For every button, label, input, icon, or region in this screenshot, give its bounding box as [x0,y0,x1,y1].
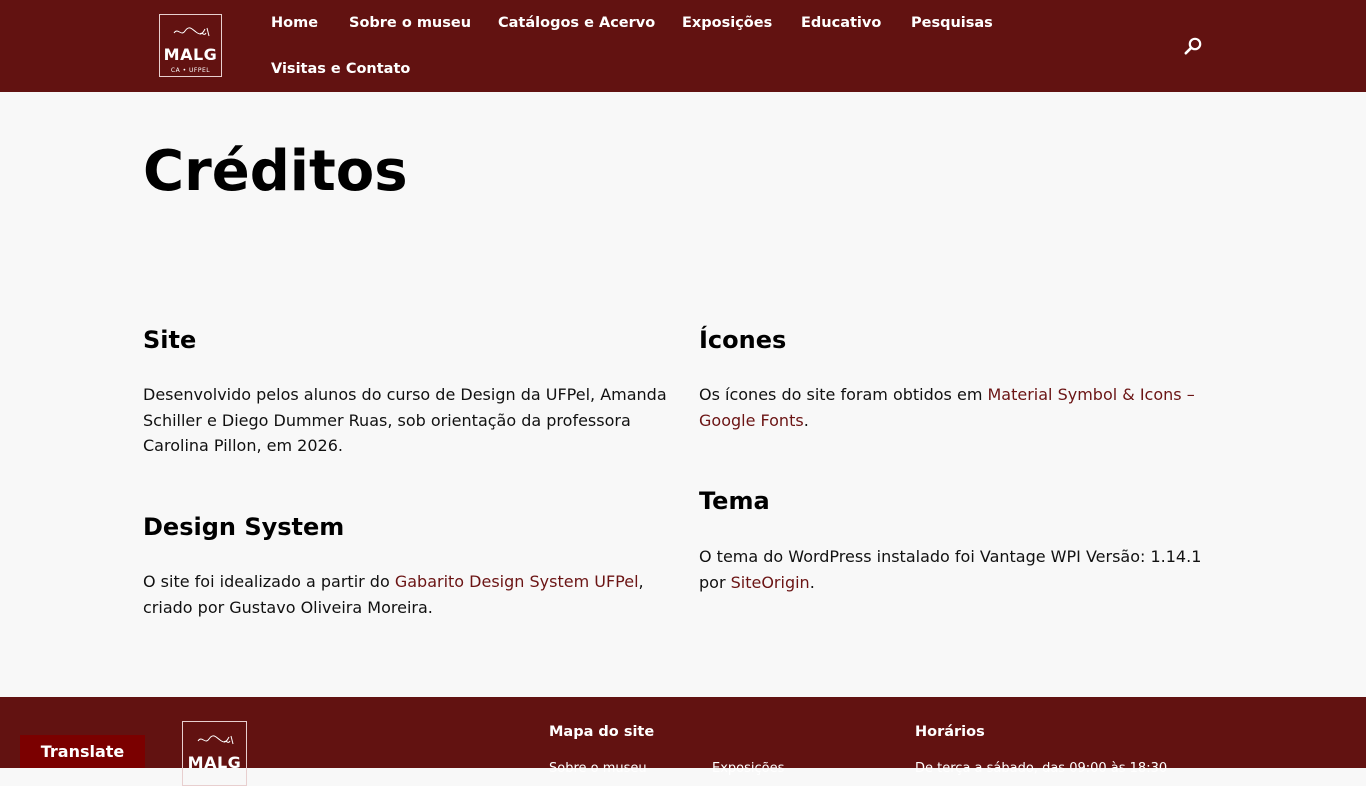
footer-logo[interactable]: MALG [182,721,247,786]
site-header: MALG CA • UFPEL Home Sobre o museu Catál… [0,0,1366,92]
nav-catalogos-e-acervo[interactable]: Catálogos e Acervo [498,14,655,32]
siteorigin-link[interactable]: SiteOrigin [731,573,810,592]
design-system-text-pre: O site foi idealizado a partir do [143,572,395,591]
section-heading-tema: Tema [699,487,770,515]
section-heading-site: Site [143,326,197,354]
search-icon[interactable] [1183,36,1203,56]
footer-heading-mapa: Mapa do site [549,724,655,740]
site-logo[interactable]: MALG CA • UFPEL [159,14,222,77]
footer-heading-horarios: Horários [915,724,985,740]
logo-name: MALG [163,45,218,64]
footer-logo-name: MALG [187,753,242,772]
nav-sobre-o-museu[interactable]: Sobre o museu [349,14,471,32]
footer-link-exposicoes[interactable]: Exposições [712,761,784,777]
icones-text-pre: Os ícones do site foram obtidos em [699,385,988,404]
footer-link-sobre[interactable]: Sobre o museu [549,761,647,777]
signature-icon [173,27,210,37]
nav-home[interactable]: Home [271,14,318,32]
icones-text: Os ícones do site foram obtidos em Mater… [699,382,1209,433]
nav-pesquisas[interactable]: Pesquisas [911,14,993,32]
gabarito-link[interactable]: Gabarito Design System UFPel [395,572,639,591]
signature-icon [197,735,234,745]
nav-visitas-e-contato[interactable]: Visitas e Contato [271,60,410,78]
section-heading-icones: Ícones [699,326,787,354]
translate-button[interactable]: Translate [20,735,145,768]
footer-hours-text: De terça a sábado, das 09:00 às 18:30 [915,761,1168,776]
tema-text: O tema do WordPress instalado foi Vantag… [699,544,1219,595]
tema-text-post: . [809,572,815,592]
design-system-text: O site foi idealizado a partir do Gabari… [143,569,673,620]
nav-educativo[interactable]: Educativo [801,14,881,32]
icones-text-post: . [803,410,809,430]
page-title: Créditos [143,139,408,204]
nav-exposicoes[interactable]: Exposições [682,14,772,32]
section-heading-design-system: Design System [143,513,345,541]
site-credits-text: Desenvolvido pelos alunos do curso de De… [143,385,667,455]
logo-subtitle: CA • UFPEL [170,67,211,74]
site-footer: MALG Mapa do site Sobre o museu Exposiçõ… [0,697,1366,786]
